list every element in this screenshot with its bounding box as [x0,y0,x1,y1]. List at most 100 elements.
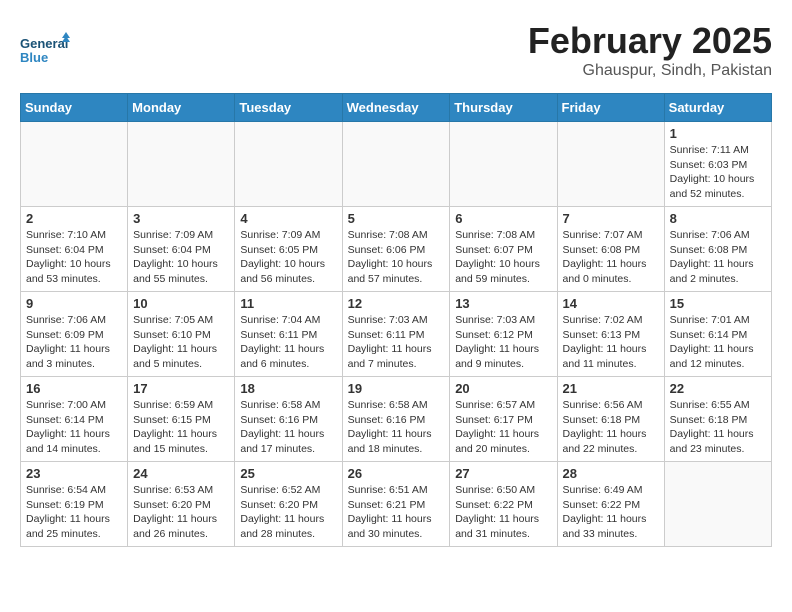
day-info: Sunrise: 7:03 AM Sunset: 6:12 PM Dayligh… [455,313,551,372]
logo-icon: General Blue [20,30,70,70]
day-info: Sunrise: 7:11 AM Sunset: 6:03 PM Dayligh… [670,143,766,202]
calendar-cell: 15 Sunrise: 7:01 AM Sunset: 6:14 PM Dayli… [664,292,771,377]
calendar-cell: 21Sunrise: 6:56 AM Sunset: 6:18 PM Dayli… [557,377,664,462]
day-number: 3 [133,211,229,226]
day-info: Sunrise: 6:54 AM Sunset: 6:19 PM Dayligh… [26,483,122,542]
day-number: 17 [133,381,229,396]
calendar-cell: 26 Sunrise: 6:51 AM Sunset: 6:21 PM Dayli… [342,462,450,547]
day-info: Sunrise: 7:07 AM Sunset: 6:08 PM Dayligh… [563,228,659,287]
calendar-cell [21,122,128,207]
day-number: 12 [348,296,445,311]
calendar-header-saturday: Saturday [664,94,771,122]
day-number: 7 [563,211,659,226]
calendar-cell: 14 Sunrise: 7:02 AM Sunset: 6:13 PM Dayli… [557,292,664,377]
calendar-cell: 18 Sunrise: 6:58 AM Sunset: 6:16 PM Dayli… [235,377,342,462]
day-info: Sunrise: 6:53 AM Sunset: 6:20 PM Dayligh… [133,483,229,542]
day-info: Sunrise: 6:56 AM Sunset: 6:18 PM Dayligh… [563,398,659,457]
calendar-cell: 5 Sunrise: 7:08 AM Sunset: 6:06 PM Daylig… [342,207,450,292]
svg-text:Blue: Blue [20,50,48,65]
day-number: 6 [455,211,551,226]
day-number: 19 [348,381,445,396]
calendar-cell: 22 Sunrise: 6:55 AM Sunset: 6:18 PM Dayli… [664,377,771,462]
day-info: Sunrise: 7:09 AM Sunset: 6:04 PM Dayligh… [133,228,229,287]
day-number: 1 [670,126,766,141]
day-info: Sunrise: 7:06 AM Sunset: 6:09 PM Dayligh… [26,313,122,372]
day-number: 9 [26,296,122,311]
calendar-week-3: 9 Sunrise: 7:06 AM Sunset: 6:09 PM Daylig… [21,292,772,377]
calendar-cell: 8Sunrise: 7:06 AM Sunset: 6:08 PM Daylig… [664,207,771,292]
day-info: Sunrise: 7:08 AM Sunset: 6:07 PM Dayligh… [455,228,551,287]
day-number: 24 [133,466,229,481]
calendar-cell: 12Sunrise: 7:03 AM Sunset: 6:11 PM Dayli… [342,292,450,377]
svg-text:General: General [20,36,68,51]
day-number: 15 [670,296,766,311]
calendar-cell [128,122,235,207]
day-info: Sunrise: 6:51 AM Sunset: 6:21 PM Dayligh… [348,483,445,542]
day-number: 25 [240,466,336,481]
day-info: Sunrise: 6:58 AM Sunset: 6:16 PM Dayligh… [348,398,445,457]
calendar-cell: 4 Sunrise: 7:09 AM Sunset: 6:05 PM Daylig… [235,207,342,292]
calendar-cell: 25 Sunrise: 6:52 AM Sunset: 6:20 PM Dayli… [235,462,342,547]
calendar-cell: 11 Sunrise: 7:04 AM Sunset: 6:11 PM Dayli… [235,292,342,377]
calendar-week-1: 1 Sunrise: 7:11 AM Sunset: 6:03 PM Daylig… [21,122,772,207]
calendar-cell [664,462,771,547]
day-info: Sunrise: 7:02 AM Sunset: 6:13 PM Dayligh… [563,313,659,372]
calendar-cell: 20 Sunrise: 6:57 AM Sunset: 6:17 PM Dayli… [450,377,557,462]
day-number: 26 [348,466,445,481]
day-info: Sunrise: 6:52 AM Sunset: 6:20 PM Dayligh… [240,483,336,542]
day-info: Sunrise: 6:59 AM Sunset: 6:15 PM Dayligh… [133,398,229,457]
day-number: 8 [670,211,766,226]
day-number: 28 [563,466,659,481]
calendar-week-5: 23 Sunrise: 6:54 AM Sunset: 6:19 PM Dayli… [21,462,772,547]
calendar-week-4: 16 Sunrise: 7:00 AM Sunset: 6:14 PM Dayli… [21,377,772,462]
calendar-cell: 2 Sunrise: 7:10 AM Sunset: 6:04 PM Daylig… [21,207,128,292]
calendar-week-2: 2 Sunrise: 7:10 AM Sunset: 6:04 PM Daylig… [21,207,772,292]
calendar-cell: 16 Sunrise: 7:00 AM Sunset: 6:14 PM Dayli… [21,377,128,462]
day-number: 16 [26,381,122,396]
day-info: Sunrise: 7:09 AM Sunset: 6:05 PM Dayligh… [240,228,336,287]
location-subtitle: Ghauspur, Sindh, Pakistan [528,62,772,80]
calendar-header-tuesday: Tuesday [235,94,342,122]
day-number: 23 [26,466,122,481]
day-info: Sunrise: 7:00 AM Sunset: 6:14 PM Dayligh… [26,398,122,457]
calendar-cell: 24 Sunrise: 6:53 AM Sunset: 6:20 PM Dayli… [128,462,235,547]
calendar-cell: 9 Sunrise: 7:06 AM Sunset: 6:09 PM Daylig… [21,292,128,377]
day-number: 5 [348,211,445,226]
calendar-header-monday: Monday [128,94,235,122]
calendar-cell: 19 Sunrise: 6:58 AM Sunset: 6:16 PM Dayli… [342,377,450,462]
day-number: 14 [563,296,659,311]
day-number: 18 [240,381,336,396]
calendar-cell: 13 Sunrise: 7:03 AM Sunset: 6:12 PM Dayli… [450,292,557,377]
day-number: 10 [133,296,229,311]
day-info: Sunrise: 6:57 AM Sunset: 6:17 PM Dayligh… [455,398,551,457]
calendar-cell: 23 Sunrise: 6:54 AM Sunset: 6:19 PM Dayli… [21,462,128,547]
day-info: Sunrise: 7:04 AM Sunset: 6:11 PM Dayligh… [240,313,336,372]
day-info: Sunrise: 7:10 AM Sunset: 6:04 PM Dayligh… [26,228,122,287]
calendar-header-sunday: Sunday [21,94,128,122]
day-info: Sunrise: 6:50 AM Sunset: 6:22 PM Dayligh… [455,483,551,542]
day-info: Sunrise: 6:49 AM Sunset: 6:22 PM Dayligh… [563,483,659,542]
calendar-cell: 27 Sunrise: 6:50 AM Sunset: 6:22 PM Dayli… [450,462,557,547]
calendar-cell [342,122,450,207]
day-number: 11 [240,296,336,311]
day-info: Sunrise: 6:55 AM Sunset: 6:18 PM Dayligh… [670,398,766,457]
logo: General Blue [20,30,70,75]
day-number: 27 [455,466,551,481]
day-info: Sunrise: 7:01 AM Sunset: 6:14 PM Dayligh… [670,313,766,372]
day-number: 2 [26,211,122,226]
day-number: 20 [455,381,551,396]
month-title: February 2025 [528,20,772,62]
day-number: 4 [240,211,336,226]
calendar-table: SundayMondayTuesdayWednesdayThursdayFrid… [20,93,772,547]
calendar-cell: 10Sunrise: 7:05 AM Sunset: 6:10 PM Dayli… [128,292,235,377]
calendar-cell: 1 Sunrise: 7:11 AM Sunset: 6:03 PM Daylig… [664,122,771,207]
day-info: Sunrise: 6:58 AM Sunset: 6:16 PM Dayligh… [240,398,336,457]
day-number: 13 [455,296,551,311]
calendar-cell: 28 Sunrise: 6:49 AM Sunset: 6:22 PM Dayli… [557,462,664,547]
calendar-cell [235,122,342,207]
day-number: 22 [670,381,766,396]
calendar-cell [450,122,557,207]
calendar-cell: 7 Sunrise: 7:07 AM Sunset: 6:08 PM Daylig… [557,207,664,292]
day-info: Sunrise: 7:08 AM Sunset: 6:06 PM Dayligh… [348,228,445,287]
calendar-header-friday: Friday [557,94,664,122]
